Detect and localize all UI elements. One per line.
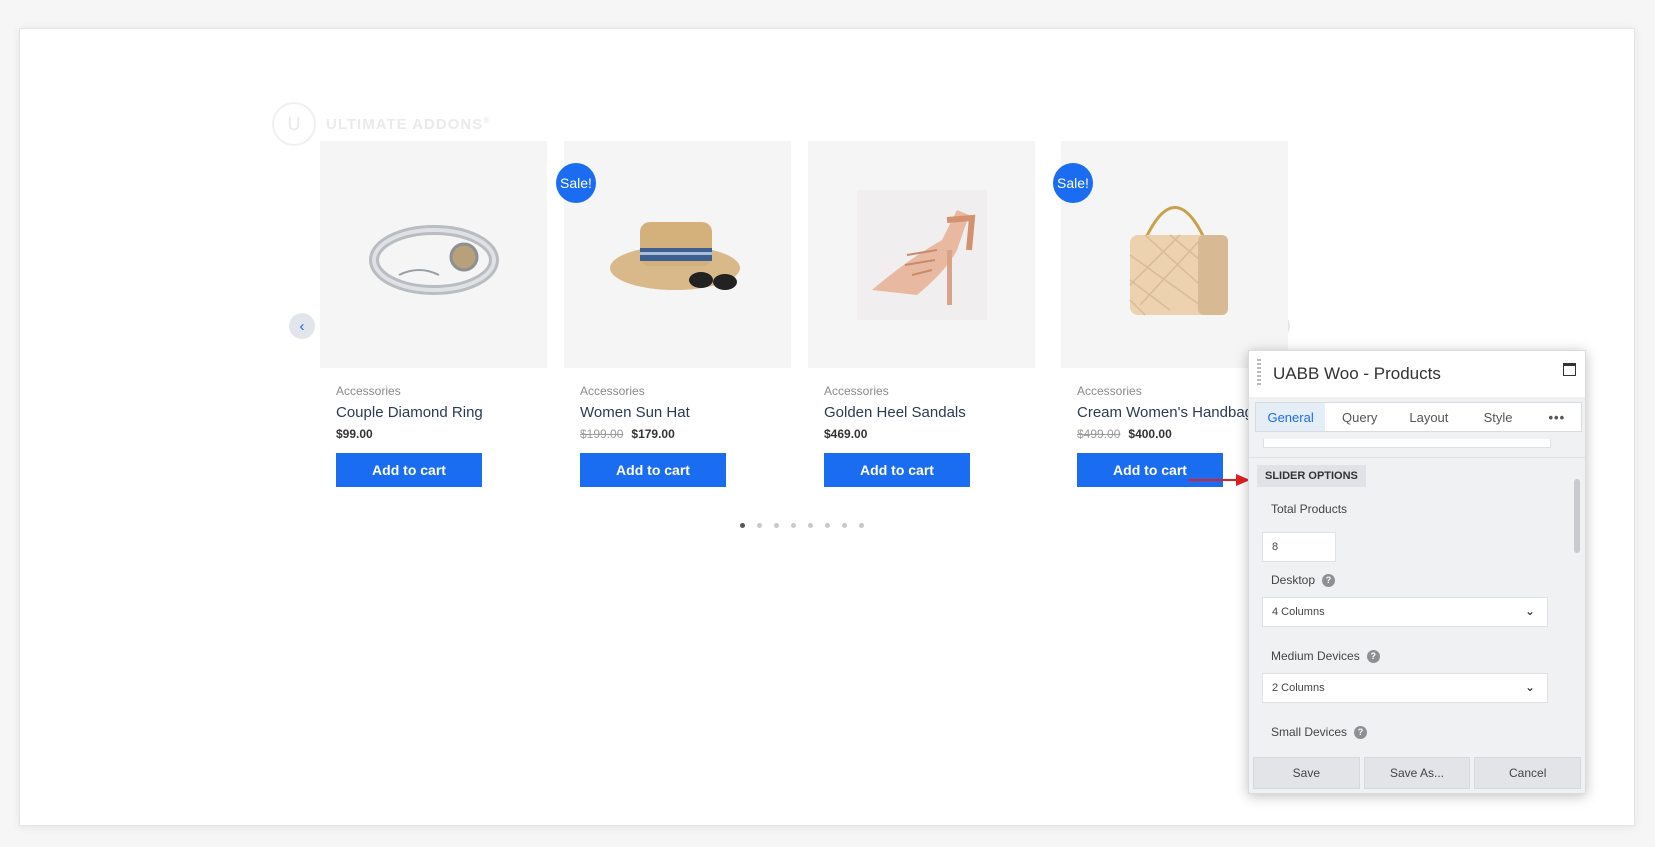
pagination-dot[interactable]: [740, 523, 745, 528]
help-icon[interactable]: ?: [1322, 573, 1336, 587]
product-card: Accessories Couple Diamond Ring $99.00 A…: [320, 141, 547, 487]
pagination-dot[interactable]: [791, 523, 796, 528]
panel-scrollbar[interactable]: [1574, 479, 1580, 553]
product-old-price: $199.00: [580, 427, 624, 441]
help-icon[interactable]: ?: [1366, 649, 1380, 663]
bracelet-image: [368, 224, 499, 295]
pagination-dot[interactable]: [774, 523, 779, 528]
product-old-price: $499.00: [1077, 427, 1121, 441]
sale-badge: Sale!: [1053, 163, 1093, 203]
chevron-left-icon: ‹: [299, 317, 305, 335]
product-title[interactable]: Couple Diamond Ring: [336, 404, 547, 421]
panel-header[interactable]: UABB Woo - Products: [1249, 351, 1585, 397]
divider: [1249, 457, 1585, 458]
pagination-dot[interactable]: [859, 523, 864, 528]
tab-query[interactable]: Query: [1325, 403, 1394, 431]
product-current-price: $469.00: [824, 427, 868, 441]
medium-devices-label: Medium Devices ?: [1271, 649, 1380, 663]
small-devices-label: Small Devices ?: [1271, 725, 1368, 739]
product-title[interactable]: Golden Heel Sandals: [824, 404, 1035, 421]
product-price: $99.00: [336, 427, 547, 441]
drag-handle-icon[interactable]: [1257, 359, 1261, 385]
add-to-cart-button[interactable]: Add to cart: [824, 453, 970, 487]
sun-hat-image: [609, 221, 740, 290]
slider-prev-button[interactable]: ‹: [289, 313, 315, 339]
sale-badge: Sale!: [556, 163, 596, 203]
brand-logo-mark: U: [272, 102, 316, 146]
product-image[interactable]: [320, 141, 547, 368]
product-image[interactable]: [808, 141, 1035, 368]
cancel-button[interactable]: Cancel: [1474, 757, 1582, 789]
product-image[interactable]: Sale!: [1053, 141, 1288, 368]
chevron-down-icon: ⌄: [1524, 680, 1535, 694]
section-heading-slider-options[interactable]: SLIDER OPTIONS: [1257, 465, 1366, 487]
desktop-label: Desktop ?: [1271, 573, 1336, 587]
product-category: Accessories: [824, 384, 889, 398]
add-to-cart-button[interactable]: Add to cart: [336, 453, 482, 487]
tab-layout[interactable]: Layout: [1394, 403, 1463, 431]
desktop-columns-select[interactable]: 4 Columns ⌄: [1262, 597, 1548, 627]
product-current-price: $99.00: [336, 427, 373, 441]
total-products-input[interactable]: [1262, 532, 1336, 562]
window-maximize-icon[interactable]: [1563, 363, 1576, 376]
save-button[interactable]: Save: [1253, 757, 1360, 789]
more-tabs-icon[interactable]: •••: [1533, 403, 1581, 431]
total-products-label: Total Products: [1271, 502, 1348, 516]
pagination-dot[interactable]: [808, 523, 813, 528]
medium-devices-columns-select[interactable]: 2 Columns ⌄: [1262, 673, 1548, 703]
panel-footer: Save Save As... Cancel: [1253, 757, 1582, 789]
product-image[interactable]: Sale!: [556, 141, 791, 368]
product-current-price: $179.00: [631, 427, 675, 441]
pagination-dot[interactable]: [842, 523, 847, 528]
product-price: $469.00: [824, 427, 1035, 441]
product-price: $199.00 $179.00: [580, 427, 791, 441]
product-category: Accessories: [580, 384, 645, 398]
annotation-arrow-icon: [1188, 474, 1250, 486]
product-card: Sale! Accessories Women Sun Hat $199.00 $…: [556, 141, 791, 487]
handbag-image: [1128, 205, 1228, 316]
help-icon[interactable]: ?: [1354, 725, 1368, 739]
product-title[interactable]: Cream Women's Handbag: [1077, 404, 1257, 421]
heel-sandal-image: [856, 189, 987, 320]
slider-pagination: [740, 523, 864, 528]
previous-field: [1263, 439, 1551, 448]
product-category: Accessories: [336, 384, 401, 398]
module-settings-panel: UABB Woo - Products General Query Layout…: [1248, 350, 1586, 794]
product-current-price: $400.00: [1128, 427, 1172, 441]
brand-logo: U ULTIMATE ADDONS®: [272, 102, 491, 146]
panel-title: UABB Woo - Products: [1273, 364, 1441, 383]
panel-tabs: General Query Layout Style •••: [1255, 402, 1582, 432]
panel-body[interactable]: SLIDER OPTIONS Total Products Desktop ? …: [1249, 437, 1585, 747]
product-title[interactable]: Women Sun Hat: [580, 404, 791, 421]
save-as-button[interactable]: Save As...: [1363, 757, 1471, 789]
product-card: Accessories Golden Heel Sandals $469.00 …: [808, 141, 1035, 487]
add-to-cart-button[interactable]: Add to cart: [580, 453, 726, 487]
pagination-dot[interactable]: [825, 523, 830, 528]
chevron-down-icon: ⌄: [1524, 604, 1535, 618]
pagination-dot[interactable]: [757, 523, 762, 528]
tab-style[interactable]: Style: [1463, 403, 1532, 431]
tab-general[interactable]: General: [1256, 403, 1326, 431]
brand-logo-text: ULTIMATE ADDONS®: [326, 115, 491, 133]
